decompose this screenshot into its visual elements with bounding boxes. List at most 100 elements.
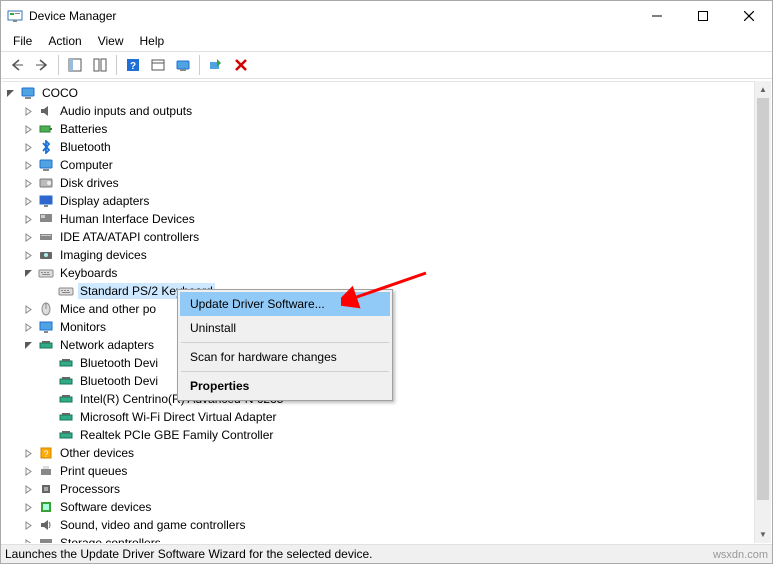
tree-node-label: Display adapters xyxy=(58,193,151,209)
bluetooth-icon xyxy=(38,139,54,155)
expand-icon[interactable] xyxy=(24,449,38,458)
tree-node-label: Human Interface Devices xyxy=(58,211,197,227)
tree-node[interactable]: Software devices xyxy=(2,498,771,516)
vertical-scrollbar[interactable]: ▲ ▼ xyxy=(754,81,771,543)
menu-help[interactable]: Help xyxy=(132,32,173,50)
tree-node[interactable]: Processors xyxy=(2,480,771,498)
help-button[interactable]: ? xyxy=(121,53,145,77)
software-icon xyxy=(38,499,54,515)
menu-separator xyxy=(181,342,389,343)
close-button[interactable] xyxy=(726,1,772,31)
tree-node-label: Disk drives xyxy=(58,175,121,191)
tree-node-label: Processors xyxy=(58,481,122,497)
tree-node[interactable]: Human Interface Devices xyxy=(2,210,771,228)
tree-node-label: Software devices xyxy=(58,499,153,515)
expand-icon[interactable] xyxy=(24,467,38,476)
expand-icon[interactable] xyxy=(24,107,38,116)
window-title: Device Manager xyxy=(29,9,116,23)
expand-icon[interactable] xyxy=(24,233,38,242)
expand-icon[interactable] xyxy=(24,323,38,332)
forward-button[interactable] xyxy=(30,53,54,77)
tree-node[interactable]: Keyboards xyxy=(2,264,771,282)
maximize-button[interactable] xyxy=(680,1,726,31)
collapse-icon[interactable] xyxy=(24,269,38,278)
expand-icon[interactable] xyxy=(24,143,38,152)
menu-view[interactable]: View xyxy=(90,32,132,50)
battery-icon xyxy=(38,121,54,137)
tree-node[interactable]: Bluetooth xyxy=(2,138,771,156)
statusbar: Launches the Update Driver Software Wiza… xyxy=(1,544,772,563)
computer-icon xyxy=(20,85,36,101)
tree-node-label: Monitors xyxy=(58,319,108,335)
tree-node[interactable]: Realtek PCIe GBE Family Controller xyxy=(2,426,771,444)
expand-icon[interactable] xyxy=(24,305,38,314)
scroll-down-arrow[interactable]: ▼ xyxy=(755,526,771,543)
sound-icon xyxy=(38,517,54,533)
tree-node[interactable]: Print queues xyxy=(2,462,771,480)
expand-icon[interactable] xyxy=(24,251,38,260)
tree-node[interactable]: Disk drives xyxy=(2,174,771,192)
print-icon xyxy=(38,463,54,479)
expand-icon[interactable] xyxy=(24,161,38,170)
tree-node[interactable]: Display adapters xyxy=(2,192,771,210)
tree-node-label: IDE ATA/ATAPI controllers xyxy=(58,229,201,245)
tree-node[interactable]: Audio inputs and outputs xyxy=(2,102,771,120)
expand-icon[interactable] xyxy=(24,197,38,206)
menubar: File Action View Help xyxy=(1,31,772,51)
menu-item-uninstall[interactable]: Uninstall xyxy=(180,316,390,340)
back-button[interactable] xyxy=(5,53,29,77)
tree-node[interactable]: ?Other devices xyxy=(2,444,771,462)
properties-button[interactable] xyxy=(88,53,112,77)
tree-node[interactable]: Imaging devices xyxy=(2,246,771,264)
tree-node[interactable]: Storage controllers xyxy=(2,534,771,543)
expand-icon[interactable] xyxy=(24,485,38,494)
display-icon xyxy=(38,193,54,209)
tree-node-label: Network adapters xyxy=(58,337,156,353)
uninstall-button[interactable] xyxy=(229,53,253,77)
scroll-track[interactable] xyxy=(755,98,771,526)
context-menu: Update Driver Software... Uninstall Scan… xyxy=(177,289,393,401)
scan-hardware-button[interactable] xyxy=(204,53,228,77)
network-icon xyxy=(58,427,74,443)
menu-item-scan[interactable]: Scan for hardware changes xyxy=(180,345,390,369)
tree-node[interactable]: Computer xyxy=(2,156,771,174)
status-text: Launches the Update Driver Software Wiza… xyxy=(5,547,373,561)
scroll-thumb[interactable] xyxy=(757,98,769,500)
disk-icon xyxy=(38,175,54,191)
network-icon xyxy=(58,355,74,371)
tree-node[interactable]: Microsoft Wi-Fi Direct Virtual Adapter xyxy=(2,408,771,426)
computer-icon xyxy=(38,157,54,173)
titlebar: Device Manager xyxy=(1,1,772,31)
expand-icon[interactable] xyxy=(24,125,38,134)
other-icon: ? xyxy=(38,445,54,461)
collapse-icon[interactable] xyxy=(6,89,20,98)
expand-icon[interactable] xyxy=(24,521,38,530)
menu-item-update-driver[interactable]: Update Driver Software... xyxy=(180,292,390,316)
audio-icon xyxy=(38,103,54,119)
svg-text:?: ? xyxy=(43,449,48,459)
tree-node-label: Realtek PCIe GBE Family Controller xyxy=(78,427,275,443)
tree-node-label: Bluetooth Devi xyxy=(78,373,160,389)
expand-icon[interactable] xyxy=(24,215,38,224)
tree-node[interactable]: Batteries xyxy=(2,120,771,138)
show-hide-console-tree-button[interactable] xyxy=(63,53,87,77)
update-driver-button[interactable] xyxy=(171,53,195,77)
tree-node[interactable]: COCO xyxy=(2,84,771,102)
menu-action[interactable]: Action xyxy=(40,32,89,50)
minimize-button[interactable] xyxy=(634,1,680,31)
menu-separator xyxy=(181,371,389,372)
expand-icon[interactable] xyxy=(24,503,38,512)
expand-icon[interactable] xyxy=(24,179,38,188)
collapse-icon[interactable] xyxy=(24,341,38,350)
expand-icon[interactable] xyxy=(24,539,38,544)
menu-file[interactable]: File xyxy=(5,32,40,50)
menu-item-properties[interactable]: Properties xyxy=(180,374,390,398)
svg-text:?: ? xyxy=(130,61,136,72)
keyboard-icon xyxy=(38,265,54,281)
scroll-up-arrow[interactable]: ▲ xyxy=(755,81,771,98)
tree-node-label: Computer xyxy=(58,157,115,173)
tree-node[interactable]: Sound, video and game controllers xyxy=(2,516,771,534)
tree-node[interactable]: IDE ATA/ATAPI controllers xyxy=(2,228,771,246)
network-icon xyxy=(58,409,74,425)
view-button[interactable] xyxy=(146,53,170,77)
